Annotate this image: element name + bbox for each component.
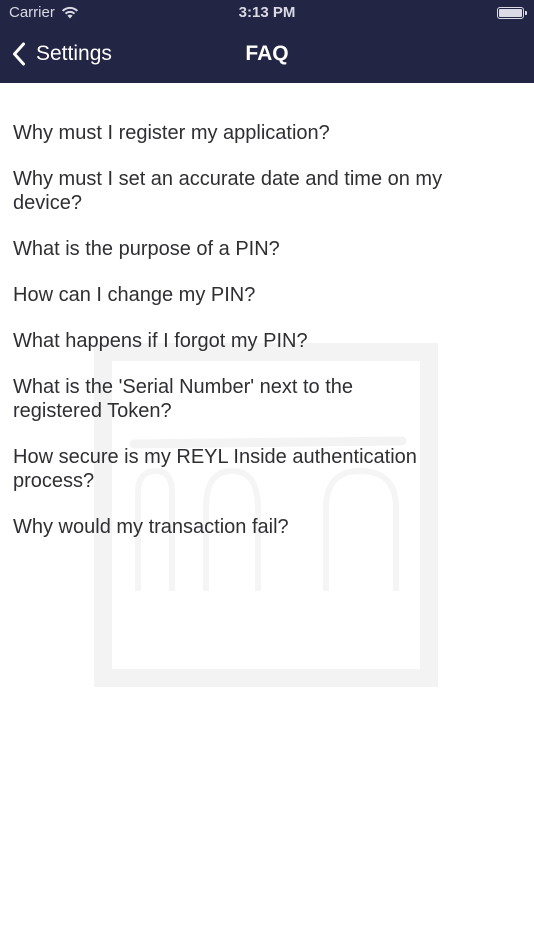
faq-item-date-time[interactable]: Why must I set an accurate date and time… bbox=[13, 167, 443, 215]
faq-list: Why must I register my application? Why … bbox=[13, 121, 443, 561]
chevron-left-icon bbox=[13, 42, 25, 66]
back-button[interactable]: Settings bbox=[12, 36, 112, 72]
faq-item-pin-purpose[interactable]: What is the purpose of a PIN? bbox=[13, 237, 443, 261]
battery-icon bbox=[497, 7, 527, 19]
faq-item-transaction-fail[interactable]: Why would my transaction fail? bbox=[13, 515, 443, 539]
faq-item-serial-number[interactable]: What is the 'Serial Number' next to the … bbox=[13, 375, 443, 423]
navigation-bar: Carrier 3:13 PM Settings FAQ bbox=[0, 0, 534, 83]
status-time: 3:13 PM bbox=[238, 4, 296, 21]
back-button-label: Settings bbox=[36, 42, 112, 65]
faq-item-security[interactable]: How secure is my REYL Inside authenticat… bbox=[13, 445, 443, 493]
faq-item-register[interactable]: Why must I register my application? bbox=[13, 121, 443, 145]
faq-item-change-pin[interactable]: How can I change my PIN? bbox=[13, 283, 443, 307]
faq-item-forgot-pin[interactable]: What happens if I forgot my PIN? bbox=[13, 329, 443, 353]
